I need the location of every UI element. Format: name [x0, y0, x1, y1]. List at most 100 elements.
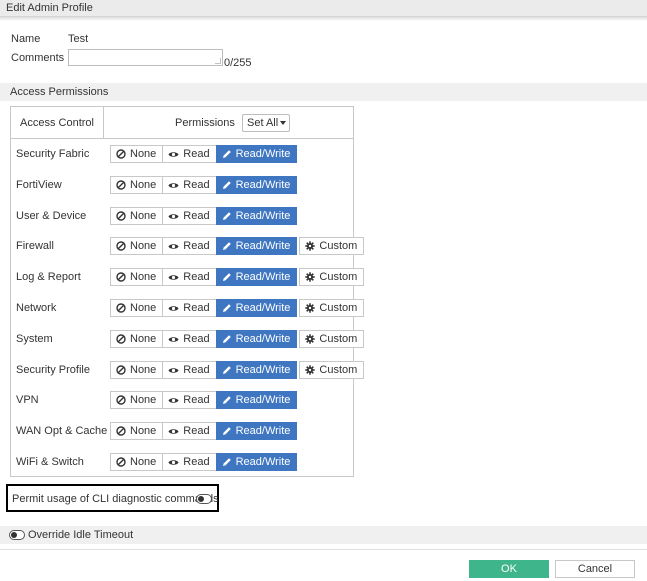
custom-button[interactable]: Custom: [299, 361, 365, 379]
read-write-button[interactable]: Read/Write: [215, 268, 298, 286]
read-button-label: Read: [183, 240, 210, 252]
none-button[interactable]: None: [110, 330, 164, 348]
row-label: VPN: [16, 394, 39, 406]
read-write-button[interactable]: Read/Write: [215, 422, 298, 440]
read-button-label: Read: [183, 394, 210, 406]
read-button[interactable]: Read: [162, 176, 217, 194]
row-label: System: [16, 333, 53, 345]
none-button[interactable]: None: [110, 207, 164, 225]
none-button[interactable]: None: [110, 145, 164, 163]
ban-icon: [116, 180, 130, 190]
row-label: Security Profile: [16, 364, 90, 376]
ok-button[interactable]: OK: [469, 560, 549, 578]
read-button[interactable]: Read: [162, 453, 217, 471]
none-button[interactable]: None: [110, 268, 164, 286]
read-write-button[interactable]: Read/Write: [215, 176, 298, 194]
none-button-label: None: [130, 425, 157, 437]
permission-selector: None Read Read/Write: [110, 453, 298, 471]
comments-input[interactable]: [68, 49, 223, 66]
read-button[interactable]: Read: [162, 330, 217, 348]
row-label: FortiView: [16, 179, 62, 191]
none-button-label: None: [130, 148, 157, 160]
permission-selector: None Read Read/Write Custom: [110, 330, 365, 348]
pencil-icon: [222, 395, 236, 405]
eye-icon: [168, 366, 183, 375]
none-button[interactable]: None: [110, 237, 164, 255]
none-button[interactable]: None: [110, 453, 164, 471]
access-permissions-section: Access Permissions: [0, 83, 647, 101]
read-button[interactable]: Read: [162, 299, 217, 317]
read-button-label: Read: [183, 210, 210, 222]
none-button[interactable]: None: [110, 361, 164, 379]
column-divider: [103, 107, 104, 139]
eye-icon: [168, 304, 183, 313]
pencil-icon: [222, 457, 236, 467]
read-write-button[interactable]: Read/Write: [215, 299, 298, 317]
permission-selector: None Read Read/Write Custom: [110, 299, 365, 317]
eye-icon: [168, 396, 183, 405]
read-write-button-label: Read/Write: [235, 333, 291, 345]
custom-button[interactable]: Custom: [299, 330, 365, 348]
none-button[interactable]: None: [110, 299, 164, 317]
gear-icon: [305, 334, 319, 344]
pencil-icon: [222, 426, 236, 436]
override-toggle[interactable]: [9, 530, 25, 540]
ban-icon: [116, 241, 130, 251]
custom-button-label: Custom: [319, 271, 358, 283]
none-button[interactable]: None: [110, 176, 164, 194]
custom-button-label: Custom: [319, 333, 358, 345]
read-button[interactable]: Read: [162, 268, 217, 286]
read-write-button[interactable]: Read/Write: [215, 361, 298, 379]
read-write-button[interactable]: Read/Write: [215, 330, 298, 348]
read-button-label: Read: [183, 456, 210, 468]
ban-icon: [116, 395, 130, 405]
read-button-label: Read: [183, 179, 210, 191]
read-write-button[interactable]: Read/Write: [215, 145, 298, 163]
section-title: Access Permissions: [10, 86, 109, 98]
read-write-button[interactable]: Read/Write: [215, 237, 298, 255]
eye-icon: [168, 273, 183, 282]
custom-button[interactable]: Custom: [299, 268, 365, 286]
row-label: WAN Opt & Cache: [16, 425, 108, 437]
eye-icon: [168, 458, 183, 467]
read-write-button[interactable]: Read/Write: [215, 453, 298, 471]
read-button[interactable]: Read: [162, 145, 217, 163]
ban-icon: [116, 272, 130, 282]
read-button[interactable]: Read: [162, 237, 217, 255]
override-label: Override Idle Timeout: [28, 529, 134, 541]
pencil-icon: [222, 211, 236, 221]
none-button[interactable]: None: [110, 391, 164, 409]
permission-selector: None Read Read/Write: [110, 422, 298, 440]
resize-grip-icon[interactable]: [215, 58, 221, 64]
cancel-button[interactable]: Cancel: [555, 560, 635, 578]
read-button[interactable]: Read: [162, 361, 217, 379]
custom-button[interactable]: Custom: [299, 299, 365, 317]
read-write-button[interactable]: Read/Write: [215, 391, 298, 409]
read-write-button-label: Read/Write: [235, 179, 291, 191]
pencil-icon: [222, 180, 236, 190]
gear-icon: [305, 241, 319, 251]
ban-icon: [116, 457, 130, 467]
permission-selector: None Read Read/Write: [110, 207, 298, 225]
custom-button-label: Custom: [319, 240, 358, 252]
read-button[interactable]: Read: [162, 207, 217, 225]
cli-toggle[interactable]: [196, 494, 212, 504]
none-button-label: None: [130, 302, 157, 314]
none-button-label: None: [130, 394, 157, 406]
none-button[interactable]: None: [110, 422, 164, 440]
read-write-button[interactable]: Read/Write: [215, 207, 298, 225]
read-button[interactable]: Read: [162, 391, 217, 409]
read-write-button-label: Read/Write: [235, 364, 291, 376]
permission-selector: None Read Read/Write: [110, 145, 298, 163]
read-write-button-label: Read/Write: [235, 302, 291, 314]
row-label: Network: [16, 302, 57, 314]
caret-down-icon: [280, 121, 287, 126]
header-access-control: Access Control: [20, 117, 94, 129]
pencil-icon: [222, 149, 236, 159]
custom-button[interactable]: Custom: [299, 237, 365, 255]
set-all-dropdown[interactable]: Set All: [242, 114, 290, 132]
permission-selector: None Read Read/Write Custom: [110, 361, 365, 379]
header-permissions: Permissions: [175, 117, 235, 129]
read-button[interactable]: Read: [162, 422, 217, 440]
title-divider: [0, 17, 647, 21]
